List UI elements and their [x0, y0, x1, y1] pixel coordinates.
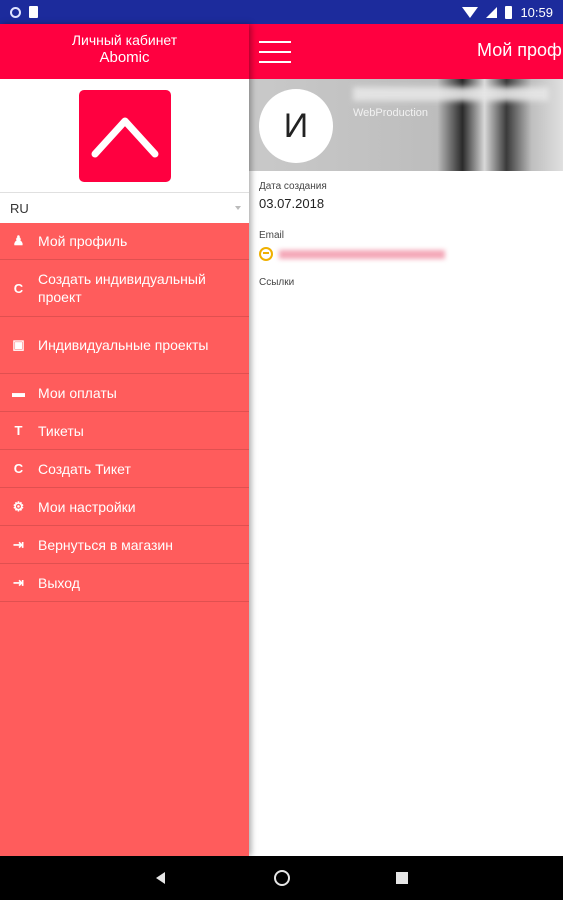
avatar[interactable]: И [259, 89, 333, 163]
menu-item-label: Выход [38, 574, 80, 591]
letter-t-icon: T [14, 423, 23, 438]
main-content: Мой профиль И WebProduction Дата создани… [249, 24, 563, 856]
chevron-up-icon [91, 117, 158, 157]
links-label: Ссылки [259, 277, 295, 288]
menu-icon[interactable] [259, 40, 291, 63]
created-field: Дата создания 03.07.2018 [249, 181, 337, 211]
menu-item-label: Создать индивидуальный проект [38, 271, 206, 305]
sign-in-icon: ⇥ [13, 574, 24, 590]
menu-item-my-profile[interactable]: ♟ Мой профиль [0, 223, 249, 260]
navigation-drawer: Личный кабинет Abomic RU ♟ Мой профиль C… [0, 24, 249, 856]
blurred-email-value[interactable] [279, 249, 445, 259]
menu-item-logout[interactable]: ⇥ Выход [0, 564, 249, 602]
home-icon[interactable] [274, 870, 290, 886]
clipboard-icon: ▣ [12, 337, 25, 352]
menu-item-my-settings[interactable]: ⚙ Мои настройки [0, 488, 249, 526]
menu-item-label: Создать Тикет [38, 460, 131, 477]
letter-c-icon: C [13, 461, 24, 476]
menu-item-label: Тикеты [38, 422, 84, 439]
email-label: Email [259, 230, 285, 241]
company-name: WebProduction [353, 107, 429, 119]
menu-item-individual-projects[interactable]: ▣ Индивидуальные проекты [0, 317, 249, 374]
menu-item-label: Индивидуальные проекты [38, 337, 209, 353]
menu-item-label: Мои оплаты [38, 384, 117, 401]
wifi-icon [462, 6, 479, 18]
dropdown-arrow-icon [235, 206, 241, 210]
payment-icon: ▬ [12, 385, 25, 400]
menu-item-create-project[interactable]: C Создать индивидуальный проект [0, 260, 249, 317]
blurred-user-name [353, 87, 549, 101]
app-bar: Мой профиль [249, 24, 563, 79]
menu-item-my-payments[interactable]: ▬ Мои оплаты [0, 374, 249, 412]
letter-c-icon: C [13, 280, 24, 296]
logo-area [0, 79, 249, 192]
email-icon [259, 247, 273, 261]
links-field: Ссылки [249, 277, 304, 288]
status-time: 10:59 [520, 4, 553, 20]
page-title: Мой профиль [477, 40, 563, 60]
created-label: Дата создания [259, 181, 327, 192]
battery-icon [505, 5, 513, 19]
drawer-title: Личный кабинет [71, 32, 178, 48]
created-value: 03.07.2018 [259, 196, 325, 211]
status-bar: 10:59 [0, 0, 563, 24]
language-select[interactable]: RU [0, 192, 249, 223]
profile-icon: ♟ [12, 233, 25, 248]
screen: 10:59 Мой профиль И WebProduction Дата с… [0, 0, 563, 900]
menu-item-label: Вернуться в магазин [38, 536, 173, 553]
recent-apps-icon[interactable] [396, 872, 408, 884]
menu-item-create-ticket[interactable]: C Создать Тикет [0, 450, 249, 488]
signal-icon [486, 6, 498, 18]
language-value: RU [10, 200, 29, 216]
notification-icon [10, 6, 21, 18]
menu-item-tickets[interactable]: T Тикеты [0, 412, 249, 450]
menu-item-label: Мои настройки [38, 498, 136, 515]
sd-card-icon [29, 6, 38, 18]
menu-item-label: Мой профиль [38, 233, 128, 249]
gear-icon: ⚙ [12, 498, 25, 514]
system-nav-bar [0, 856, 563, 900]
app-logo [78, 89, 171, 182]
sign-in-icon: ⇥ [13, 536, 24, 552]
drawer-header: Личный кабинет Abomic [0, 24, 249, 79]
menu-item-back-to-store[interactable]: ⇥ Вернуться в магазин [0, 526, 249, 564]
drawer-subtitle: Abomic [99, 49, 150, 66]
email-field: Email [249, 230, 455, 261]
back-icon[interactable] [156, 872, 165, 884]
profile-header: И WebProduction [249, 79, 563, 171]
drawer-menu: ♟ Мой профиль C Создать индивидуальный п… [0, 223, 249, 602]
